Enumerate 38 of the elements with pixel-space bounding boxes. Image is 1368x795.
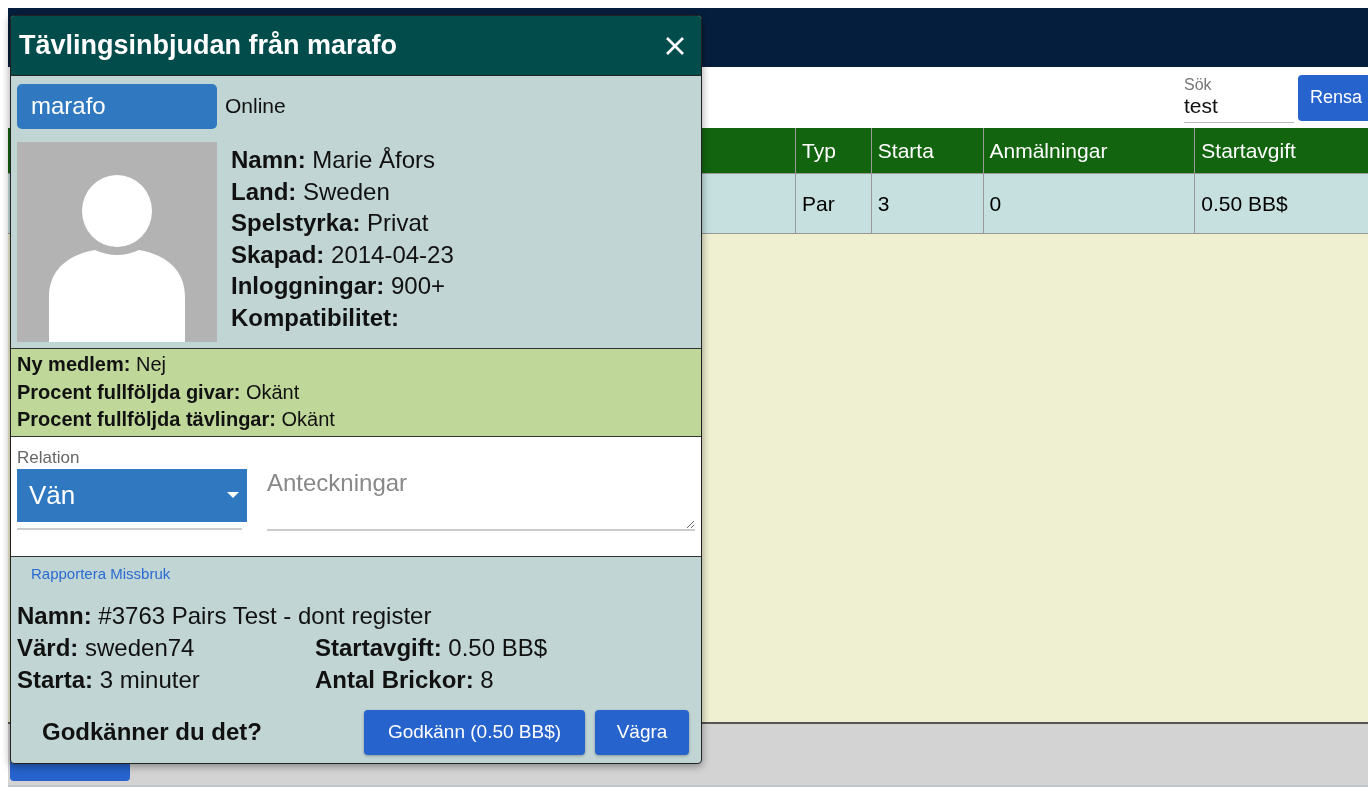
relation-dropdown[interactable]: Vän	[17, 468, 247, 522]
column-header[interactable]: Anmälningar	[983, 128, 1195, 174]
username-button[interactable]: marafo	[17, 83, 217, 129]
table-cell: Par	[795, 173, 872, 234]
search-label: Sök	[1184, 76, 1213, 94]
tournament-detail: Starta: 3 minuter	[17, 664, 201, 695]
profile-info: Land: Sweden	[231, 176, 391, 207]
dialog-title: Tävlingsinbjudan från marafo	[19, 30, 398, 61]
relation-label: Relation	[17, 446, 81, 469]
search-field[interactable]: Sök test	[1184, 76, 1294, 123]
member-stat: Procent fullföljda givar: Okänt	[17, 379, 301, 405]
column-header[interactable]: Typ	[795, 128, 872, 174]
search-value: test	[1184, 94, 1219, 118]
confirmation-question: Godkänner du det?	[42, 718, 263, 746]
table-cell: 0	[983, 173, 1195, 234]
column-header[interactable]: Starta	[871, 128, 983, 174]
profile-info: Skapad: 2014-04-23	[231, 239, 454, 270]
accept-button[interactable]: Godkänn (0.50 BB$)	[364, 709, 585, 755]
profile-info: Namn: Marie Åfors	[231, 145, 437, 175]
profile-info: Spelstyrka: Privat	[231, 208, 430, 238]
profile-info: Inloggningar: 900+	[231, 271, 447, 301]
decline-button[interactable]: Vägra	[595, 709, 689, 755]
table-cell: 0.50 BB$	[1194, 173, 1368, 234]
member-stat: Ny medlem: Nej	[17, 352, 167, 377]
tournament-detail: Värd: sweden74	[17, 632, 196, 663]
tournament-detail: Antal Brickor: 8	[315, 664, 495, 695]
tournament-name: Namn: #3763 Pairs Test - dont register	[17, 600, 433, 631]
table-cell: 3	[871, 173, 983, 234]
report-abuse-link[interactable]: Rapportera Missbruk	[31, 564, 171, 582]
close-icon[interactable]	[665, 35, 685, 56]
avatar-placeholder-icon	[17, 142, 217, 342]
clear-button[interactable]: Rensa	[1298, 74, 1368, 121]
tournament-detail: Startavgift: 0.50 BB$	[315, 632, 549, 663]
column-header[interactable]: Startavgift	[1194, 128, 1368, 174]
member-stat: Procent fullföljda tävlingar: Okänt	[17, 407, 336, 432]
profile-info: Kompatibilitet:	[231, 302, 400, 333]
caret-icon	[227, 492, 239, 498]
online-status: Online	[225, 94, 286, 118]
